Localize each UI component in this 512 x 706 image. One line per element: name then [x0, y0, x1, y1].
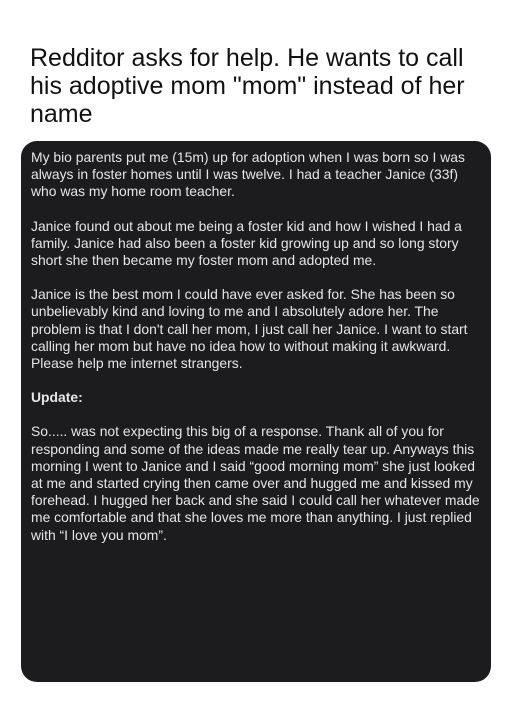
update-paragraph: So..... was not expecting this big of a …: [31, 423, 480, 543]
headline: Redditor asks for help. He wants to call…: [30, 44, 465, 128]
post-paragraph: My bio parents put me (15m) up for adopt…: [31, 149, 465, 200]
post-paragraph: Janice is the best mom I could have ever…: [31, 286, 468, 372]
post-paragraph: Janice found out about me being a foster…: [31, 217, 462, 269]
update-label: Update:: [31, 389, 83, 406]
post-screenshot: My bio parents put me (15m) up for adopt…: [21, 141, 491, 682]
